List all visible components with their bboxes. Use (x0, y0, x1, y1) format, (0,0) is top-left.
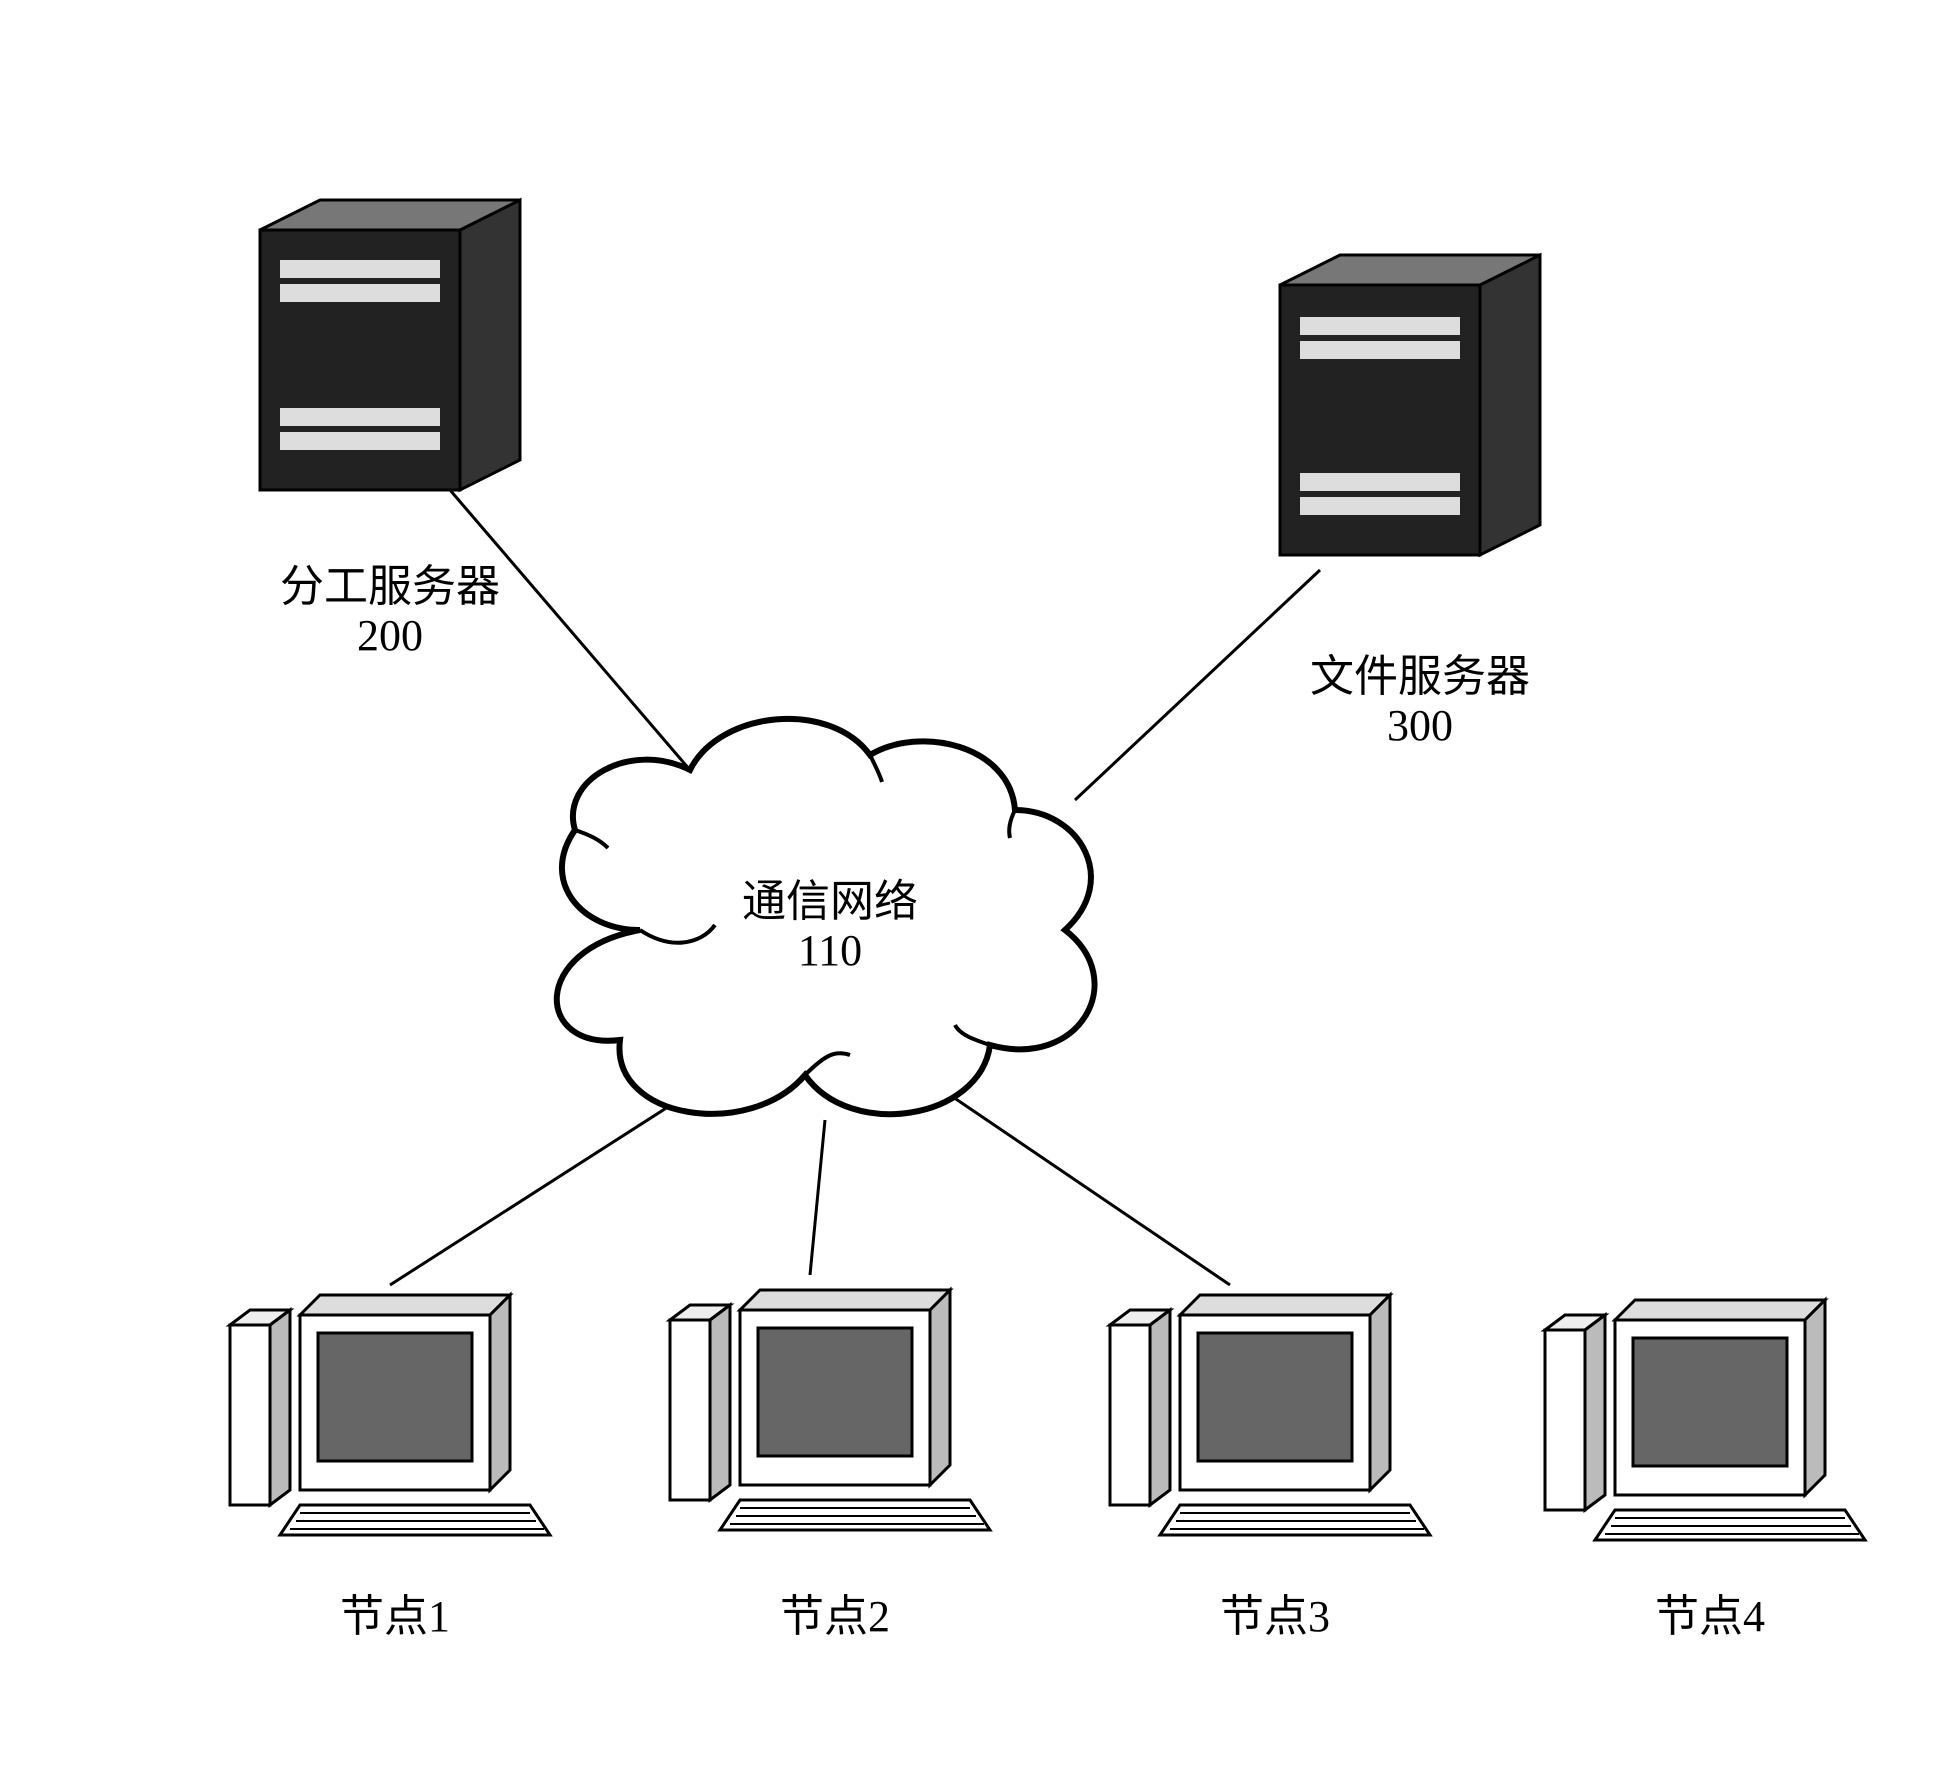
node-3 (1110, 1295, 1430, 1535)
node-4-label: 节点4 (1580, 1580, 1840, 1644)
cloud-label: 通信网络 (700, 865, 960, 929)
node-1 (230, 1295, 550, 1535)
server-right (1280, 255, 1540, 555)
node-4 (1545, 1300, 1865, 1540)
server-left (260, 200, 520, 490)
node-1-label: 节点1 (265, 1580, 525, 1644)
diagram-svg (0, 0, 1959, 1785)
server-right-number: 300 (1280, 700, 1560, 751)
diagram-root: 分工服务器 200 文件服务器 300 通信网络 110 节点1 节点2 节点3… (0, 0, 1959, 1785)
node-3-label: 节点3 (1145, 1580, 1405, 1644)
server-right-label: 文件服务器 (1280, 640, 1560, 704)
node-2 (670, 1290, 990, 1530)
node-2-label: 节点2 (705, 1580, 965, 1644)
server-left-label: 分工服务器 (250, 550, 530, 614)
server-left-number: 200 (250, 610, 530, 661)
cloud-number: 110 (700, 925, 960, 976)
